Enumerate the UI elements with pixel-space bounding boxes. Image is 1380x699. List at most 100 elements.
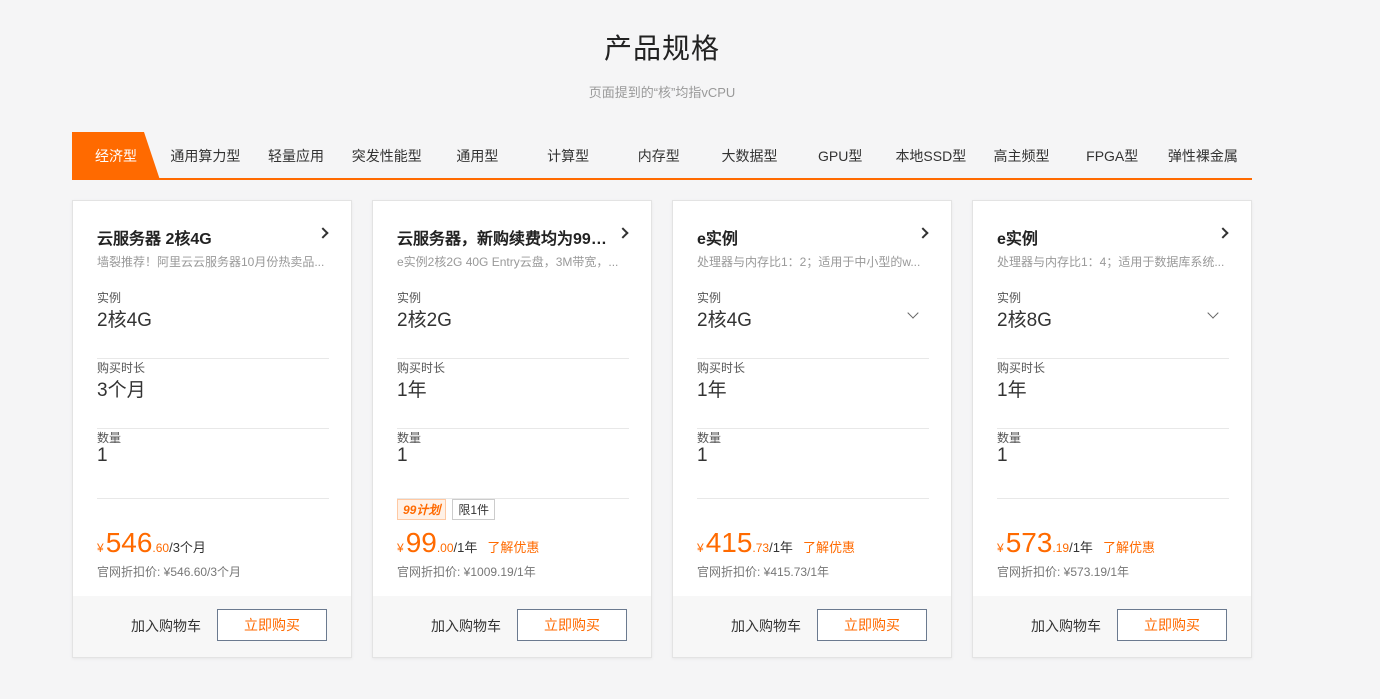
tab-label: 通用型 [456,148,499,164]
add-to-cart-button[interactable]: 加入购物车 [131,616,201,636]
price-decimal: .19 [1052,541,1070,555]
discount-price: 官网折扣价: ¥573.19/1年 [997,565,1130,579]
duration-label: 购买时长 [997,361,1046,375]
quantity-value: 1 [697,445,708,466]
quantity-label: 数量 [997,431,1022,445]
chevron-right-icon [917,227,929,239]
instance-field[interactable]: 实例 2核4G [697,289,929,359]
tab-compute[interactable]: 计算型 [523,132,614,178]
buy-now-button[interactable]: 立即购买 [1117,609,1227,641]
tab-lightweight[interactable]: 轻量应用 [251,132,342,178]
price-integer: 415 [705,527,753,558]
duration-label: 购买时长 [97,361,146,375]
card-header-link[interactable]: 云服务器 2核4G [97,225,329,248]
tab-label: 经济型 [95,148,137,164]
tab-label: 突发性能型 [351,148,422,164]
duration-value: 1年 [697,380,727,401]
quantity-field: 数量 1 [697,429,929,499]
product-card: e实例 处理器与内存比1：2；适用于中小型的w... 实例 2核4G 购买时长 … [672,200,952,658]
tab-label: 弹性裸金属 [1167,148,1238,164]
instance-field[interactable]: 实例 2核8G [997,289,1229,359]
tab-high-frequency[interactable]: 高主频型 [976,132,1067,178]
instance-label: 实例 [97,291,122,305]
plan-badge: 99计划 [397,499,447,520]
tab-label: 通用算力型 [170,148,241,164]
discount-price: 官网折扣价: ¥415.73/1年 [697,565,830,579]
currency-symbol: ¥ [97,541,104,555]
tab-memory[interactable]: 内存型 [613,132,704,178]
discount-price: 官网折扣价: ¥546.60/3个月 [97,565,242,579]
price-integer: 546 [105,527,153,558]
add-to-cart-button[interactable]: 加入购物车 [431,616,501,636]
quantity-value: 1 [97,445,108,466]
price: ¥573.19/1年 了解优惠 [997,527,1155,558]
promo-link[interactable]: 了解优惠 [1103,540,1155,555]
duration-value: 3个月 [97,380,146,401]
limit-badge: 限1件 [452,499,496,520]
instance-label: 实例 [997,291,1022,305]
card-title: 云服务器 2核4G [97,231,212,248]
price: ¥99.00/1年 了解优惠 [397,527,539,558]
instance-value: 2核2G [397,310,452,331]
chevron-down-icon[interactable] [1207,307,1219,319]
price-unit: /1年 [453,540,478,555]
duration-field: 购买时长 1年 [697,359,929,429]
product-card: e实例 处理器与内存比1：4；适用于数据库系统... 实例 2核8G 购买时长 … [972,200,1252,658]
chevron-right-icon [617,227,629,239]
promo-badges: 99计划 限1件 [397,499,496,520]
card-title: e实例 [697,231,738,248]
buy-now-button[interactable]: 立即购买 [517,609,627,641]
tab-economy[interactable]: 经济型 [72,132,160,180]
tab-general-purpose[interactable]: 通用型 [432,132,523,178]
instance-label: 实例 [397,291,422,305]
tab-gpu[interactable]: GPU型 [795,132,886,178]
buy-now-button[interactable]: 立即购买 [217,609,327,641]
tab-label: 本地SSD型 [895,148,967,164]
tab-local-ssd[interactable]: 本地SSD型 [886,132,977,178]
promo-link[interactable]: 了解优惠 [803,540,855,555]
card-description: 处理器与内存比1：4；适用于数据库系统... [997,255,1225,269]
card-description: 处理器与内存比1：2；适用于中小型的w... [697,255,921,269]
page-subtitle: 页面提到的“核”均指vCPU [588,85,736,100]
tab-burstable[interactable]: 突发性能型 [341,132,432,178]
tab-label: 轻量应用 [268,148,325,164]
price-decimal: .00 [436,541,454,555]
tab-fpga[interactable]: FPGA型 [1067,132,1158,178]
card-footer: 加入购物车 立即购买 [973,596,1251,657]
duration-field: 购买时长 1年 [997,359,1229,429]
promo-link[interactable]: 了解优惠 [487,540,539,555]
card-header-link[interactable]: 云服务器，新购续费均为99元/年 [397,225,629,248]
buy-now-button[interactable]: 立即购买 [817,609,927,641]
quantity-field: 数量 1 [397,429,629,499]
discount-price: 官网折扣价: ¥1009.19/1年 [397,565,536,579]
card-title: e实例 [997,231,1038,248]
tab-general-compute[interactable]: 通用算力型 [160,132,251,178]
quantity-value: 1 [997,445,1008,466]
add-to-cart-button[interactable]: 加入购物车 [1031,616,1101,636]
card-footer: 加入购物车 立即购买 [73,596,351,657]
chevron-down-icon[interactable] [907,307,919,319]
tab-bare-metal[interactable]: 弹性裸金属 [1158,132,1249,178]
instance-value: 2核8G [997,310,1052,331]
instance-field: 实例 2核2G [397,289,629,359]
add-to-cart-button[interactable]: 加入购物车 [731,616,801,636]
instance-label: 实例 [697,291,722,305]
duration-value: 1年 [997,380,1027,401]
card-footer: 加入购物车 立即购买 [673,596,951,657]
product-card: 云服务器 2核4G 墙裂推荐！阿里云云服务器10月份热卖品... 实例 2核4G… [72,200,352,658]
card-header-link[interactable]: e实例 [997,225,1229,248]
chevron-right-icon [1217,227,1229,239]
quantity-field: 数量 1 [997,429,1229,499]
duration-field: 购买时长 1年 [397,359,629,429]
quantity-label: 数量 [397,431,422,445]
duration-value: 1年 [397,380,427,401]
quantity-value: 1 [397,445,408,466]
card-header-link[interactable]: e实例 [697,225,929,248]
price-decimal: .60 [152,541,170,555]
price-integer: 573 [1005,527,1053,558]
product-card: 云服务器，新购续费均为99元/年 e实例2核2G 40G Entry云盘，3M带… [372,200,652,658]
price-unit: /1年 [1069,540,1093,555]
tab-big-data[interactable]: 大数据型 [704,132,795,178]
card-description: 墙裂推荐！阿里云云服务器10月份热卖品... [97,255,325,269]
quantity-label: 数量 [97,431,122,445]
